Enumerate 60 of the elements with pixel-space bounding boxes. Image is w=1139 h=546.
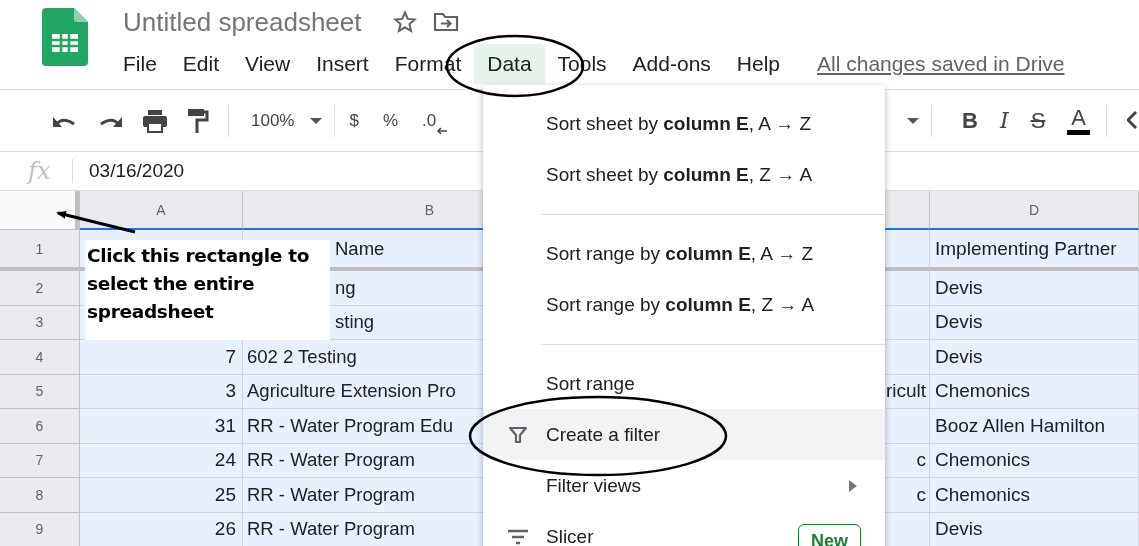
left-arrow-icon bbox=[436, 127, 449, 135]
row-header[interactable]: 9 bbox=[0, 512, 80, 546]
caret-icon[interactable] bbox=[907, 117, 920, 124]
menu-item[interactable]: Add-ons bbox=[619, 44, 724, 84]
print-icon[interactable] bbox=[142, 108, 168, 133]
text-color-button[interactable]: A bbox=[1067, 106, 1090, 135]
table-cell: Devis bbox=[930, 305, 1139, 340]
row-header[interactable]: 7 bbox=[0, 443, 80, 478]
table-cell: 25 bbox=[80, 478, 243, 513]
menu-item[interactable]: View bbox=[232, 44, 304, 84]
table-cell: 26 bbox=[80, 512, 243, 546]
row-header[interactable]: 8 bbox=[0, 478, 80, 513]
table-cell: 24 bbox=[80, 443, 243, 478]
menu-item[interactable]: Data bbox=[474, 44, 545, 84]
menu-item[interactable]: File bbox=[110, 44, 170, 84]
select-all-corner[interactable] bbox=[0, 191, 80, 230]
table-cell: Devis bbox=[930, 512, 1139, 546]
folder-move-icon[interactable] bbox=[433, 11, 460, 33]
submenu-arrow-icon bbox=[849, 479, 857, 492]
table-cell: Devis bbox=[930, 340, 1139, 375]
column-header[interactable]: A bbox=[80, 191, 243, 230]
row-header[interactable]: 2 bbox=[0, 271, 80, 306]
table-cell: Chemonics bbox=[930, 374, 1139, 409]
zoom-select[interactable]: 100% bbox=[251, 110, 295, 131]
table-cell: 7 bbox=[80, 340, 243, 375]
decrease-decimal-button[interactable]: .0 bbox=[422, 110, 437, 131]
row-header[interactable]: 3 bbox=[0, 305, 80, 340]
table-cell: Devis bbox=[930, 271, 1139, 306]
column-header[interactable]: D bbox=[930, 191, 1139, 230]
paint-format-icon[interactable] bbox=[187, 107, 209, 134]
table-cell: Booz Allen Hamilton bbox=[930, 409, 1139, 444]
strikethrough-button[interactable]: S bbox=[1030, 107, 1046, 134]
formula-field[interactable]: 03/16/2020 bbox=[89, 160, 185, 182]
sheets-logo-icon[interactable] bbox=[42, 8, 88, 66]
slicer-icon bbox=[507, 528, 528, 545]
table-cell: Chemonics bbox=[930, 443, 1139, 478]
bold-button[interactable]: B bbox=[962, 107, 978, 134]
table-cell: 31 bbox=[80, 409, 243, 444]
menu-option[interactable]: Create a filter bbox=[483, 409, 885, 460]
menu-option[interactable]: Sort sheet by column E, A → Z bbox=[483, 98, 885, 149]
save-status-link[interactable]: All changes saved in Drive bbox=[817, 52, 1065, 76]
document-title[interactable]: Untitled spreadsheet bbox=[123, 6, 362, 38]
table-cell: Chemonics bbox=[930, 478, 1139, 513]
currency-format-button[interactable]: $ bbox=[349, 110, 359, 131]
menu-item[interactable]: Edit bbox=[169, 44, 233, 84]
formula-label: fx bbox=[28, 157, 52, 185]
caret-icon[interactable] bbox=[310, 117, 323, 124]
table-cell: Implementing Partner bbox=[930, 230, 1139, 271]
row-header[interactable]: 5 bbox=[0, 374, 80, 409]
italic-button[interactable]: I bbox=[999, 108, 1009, 133]
row-header[interactable]: 6 bbox=[0, 409, 80, 444]
menu-item[interactable]: Help bbox=[723, 44, 794, 84]
percent-format-button[interactable]: % bbox=[382, 110, 399, 131]
row-header[interactable]: 1 bbox=[0, 230, 80, 271]
callout-note: Click this rectangle to select the entire spreadsheet bbox=[85, 240, 330, 340]
table-cell: 3 bbox=[80, 374, 243, 409]
star-icon[interactable] bbox=[393, 10, 418, 34]
row-header[interactable]: 4 bbox=[0, 340, 80, 375]
filter-icon bbox=[508, 425, 527, 444]
menu-item[interactable]: Insert bbox=[303, 44, 382, 84]
